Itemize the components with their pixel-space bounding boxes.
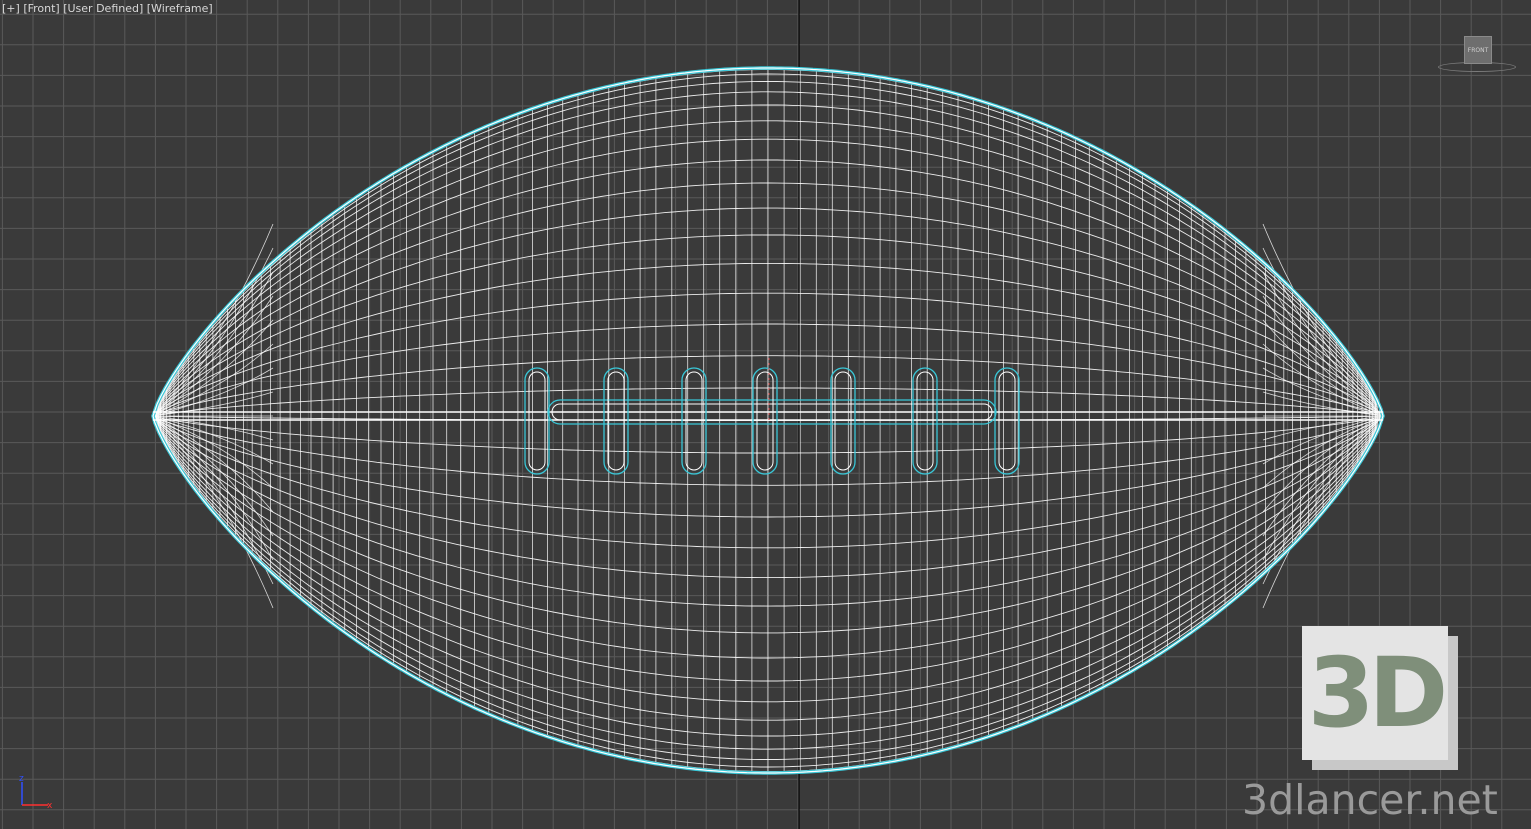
axis-tripod-z-label: z [19, 774, 24, 784]
lace-inner [528, 371, 546, 471]
viewcube[interactable]: FRONT [1436, 34, 1518, 76]
watermark-badge-text: 3D [1302, 626, 1448, 760]
viewport-pov-label[interactable]: [Front] [23, 2, 59, 15]
viewport-preset-label[interactable]: [User Defined] [63, 2, 143, 15]
viewport-label-menu: [+] [Front] [User Defined] [Wireframe] [2, 2, 213, 15]
lace-inner [916, 371, 934, 471]
viewport-shading-label[interactable]: [Wireframe] [147, 2, 213, 15]
watermark-3d-badge: 3D [1302, 626, 1458, 770]
lace-inner [607, 371, 625, 471]
viewcube-front-face[interactable]: FRONT [1464, 36, 1492, 64]
viewport-menu-plus[interactable]: [+] [2, 2, 20, 15]
watermark-site-text: 3dlancer.net [1242, 776, 1498, 824]
lace-inner [685, 371, 703, 471]
lace-inner [756, 371, 774, 471]
axis-tripod-x-label: x [47, 801, 53, 811]
